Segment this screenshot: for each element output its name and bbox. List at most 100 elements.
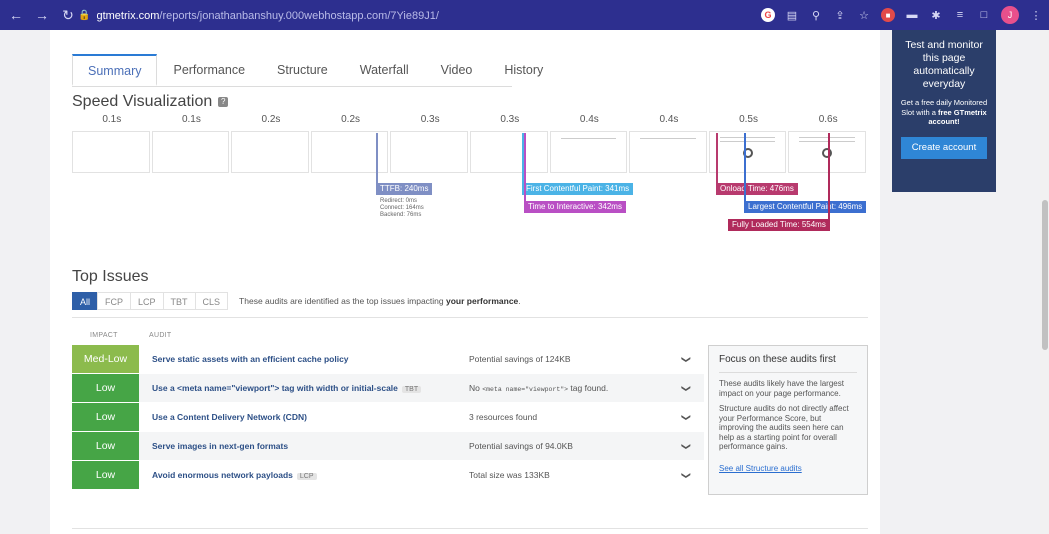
filmstrip-frame[interactable] <box>390 131 468 173</box>
filter-lcp[interactable]: LCP <box>130 292 164 310</box>
audit-title-text: Avoid enormous network payloads <box>152 470 293 480</box>
menu-kebab-icon[interactable]: ⋮ <box>1029 8 1043 22</box>
audit-row[interactable]: Low Use a <meta name="viewport"> tag wit… <box>72 374 704 402</box>
audit-row[interactable]: Low Serve images in next-gen formats Pot… <box>72 432 704 460</box>
audit-title-text: Use a Content Delivery Network (CDN) <box>152 412 307 422</box>
chevron-down-icon[interactable]: ❯ <box>680 442 691 450</box>
media-queue-icon[interactable]: ≡ <box>953 8 967 22</box>
frame-time: 0.5s <box>739 114 758 125</box>
report-tabs: Summary Performance Structure Waterfall … <box>72 54 543 87</box>
audit-result-text: No <box>469 383 483 393</box>
filmstrip-frame[interactable] <box>469 131 548 173</box>
onload-marker-line <box>716 133 718 185</box>
chevron-down-icon[interactable]: ❯ <box>680 471 691 479</box>
reload-icon[interactable]: ↻ <box>58 7 78 24</box>
google-icon[interactable]: G <box>761 8 775 22</box>
audit-row[interactable]: Low Use a Content Delivery Network (CDN)… <box>72 403 704 431</box>
create-account-button[interactable]: Create account <box>901 136 987 159</box>
lock-icon: 🔒 <box>78 10 91 21</box>
browser-toolbar: ← → ↻ 🔒 gtmetrix.com/reports/jonathanban… <box>0 0 1049 30</box>
audit-column-header: AUDIT <box>149 332 172 339</box>
frame-time: 0.2s <box>261 114 281 125</box>
bookmark-star-icon[interactable]: ☆ <box>857 8 871 22</box>
filmstrip-frame[interactable] <box>72 131 150 173</box>
tab-video[interactable]: Video <box>425 54 489 86</box>
filter-all[interactable]: All <box>72 292 99 310</box>
filter-desc-emphasis: your performance <box>446 296 519 306</box>
tab-waterfall[interactable]: Waterfall <box>344 54 425 86</box>
side-panel-icon[interactable]: □ <box>977 8 991 22</box>
audit-result: No <meta name="viewport"> tag found. <box>469 383 608 393</box>
issues-divider <box>72 317 868 318</box>
frame-time: 0.3s <box>420 114 440 125</box>
profile-avatar[interactable]: J <box>1001 6 1019 24</box>
ttfb-connect: Connect: 164ms <box>380 205 424 211</box>
tab-structure[interactable]: Structure <box>261 54 344 86</box>
filmstrip-frame[interactable] <box>549 131 628 173</box>
fcp-label: First Contentful Paint: 341ms <box>522 183 634 195</box>
filter-desc-end: . <box>518 296 521 306</box>
extension-record-icon[interactable]: ■ <box>881 8 895 22</box>
report-page: Summary Performance Structure Waterfall … <box>50 30 880 534</box>
speed-visualization-heading: Speed Visualization <box>72 93 213 110</box>
zoom-icon[interactable]: ⚲ <box>809 8 823 22</box>
ttfb-label: TTFB: 240ms <box>376 183 433 195</box>
tab-history[interactable]: History <box>488 54 559 86</box>
back-arrow-icon[interactable]: ← <box>6 7 26 23</box>
ttfb-redirect: Redirect: 0ms <box>380 198 418 204</box>
filmstrip-frame[interactable] <box>151 131 230 173</box>
bottom-divider <box>72 528 868 529</box>
share-icon[interactable]: ⇪ <box>833 8 847 22</box>
ttfb-backend: Backend: 76ms <box>380 212 422 218</box>
frame-time: 0.4s <box>659 114 679 125</box>
impact-badge: Med-Low <box>72 345 139 373</box>
audit-title[interactable]: Serve images in next-gen formats <box>152 441 288 451</box>
onload-label: Onload Time: 476ms <box>716 183 798 195</box>
audit-title[interactable]: Serve static assets with an efficient ca… <box>152 354 349 364</box>
scrollbar-thumb[interactable] <box>1042 200 1048 350</box>
ttfb-marker-line <box>376 133 378 185</box>
audit-title[interactable]: Avoid enormous network payloads LCP <box>152 470 317 480</box>
filter-description: These audits are identified as the top i… <box>239 296 521 306</box>
tab-summary[interactable]: Summary <box>72 54 158 86</box>
audit-result-text: tag found. <box>568 383 609 393</box>
filter-desc-text: These audits are identified as the top i… <box>239 296 446 306</box>
monitoring-promo: Test and monitor this page automatically… <box>892 30 996 192</box>
see-structure-audits-link[interactable]: See all Structure audits <box>719 464 802 473</box>
audit-title[interactable]: Use a <meta name="viewport"> tag with wi… <box>152 383 422 393</box>
focus-audits-panel: Focus on these audits first These audits… <box>708 345 868 495</box>
frame-time: 0.3s <box>500 114 520 125</box>
chevron-down-icon[interactable]: ❯ <box>680 384 691 392</box>
help-icon[interactable]: ? <box>218 96 229 107</box>
chevron-down-icon[interactable]: ❯ <box>680 413 691 421</box>
filter-tbt[interactable]: TBT <box>162 292 196 310</box>
audit-result: Potential savings of 94.0KB <box>469 441 573 451</box>
tti-label: Time to Interactive: 342ms <box>524 201 626 213</box>
audit-row[interactable]: Med-Low Serve static assets with an effi… <box>72 345 704 373</box>
metric-tag: LCP <box>296 473 317 480</box>
audit-title[interactable]: Use a Content Delivery Network (CDN) <box>152 412 307 422</box>
translate-icon[interactable]: ▤ <box>785 8 799 22</box>
forward-arrow-icon[interactable]: → <box>32 7 52 23</box>
filmstrip-frame[interactable] <box>231 131 309 173</box>
impact-badge: Low <box>72 374 139 402</box>
focus-text: Structure audits do not directly affect … <box>719 404 849 451</box>
extension-chat-icon[interactable]: ▬ <box>905 8 919 22</box>
extensions-puzzle-icon[interactable]: ✱ <box>929 8 943 22</box>
promo-text-bold: free GTmetrix account! <box>928 107 987 127</box>
frame-time: 0.2s <box>341 114 361 125</box>
audit-title-text: Serve static assets with an efficient ca… <box>152 354 349 364</box>
metric-tag: TBT <box>401 386 422 393</box>
tti-marker-line <box>524 133 526 203</box>
tab-performance[interactable]: Performance <box>157 54 261 86</box>
frame-time: 0.4s <box>579 114 599 125</box>
chevron-down-icon[interactable]: ❯ <box>680 355 691 363</box>
filter-fcp[interactable]: FCP <box>97 292 132 310</box>
filmstrip: 0.1s 0.1s 0.2s 0.2s 0.3s 0.3s 0.4s 0.4s … <box>72 114 868 173</box>
filmstrip-frame[interactable] <box>629 131 707 173</box>
fully-loaded-label: Fully Loaded Time: 554ms <box>728 219 830 231</box>
audit-row[interactable]: Low Avoid enormous network payloads LCP T… <box>72 461 704 489</box>
filter-cls[interactable]: CLS <box>194 292 229 310</box>
fully-loaded-marker-line <box>828 133 830 221</box>
filmstrip-frame[interactable] <box>708 131 787 173</box>
